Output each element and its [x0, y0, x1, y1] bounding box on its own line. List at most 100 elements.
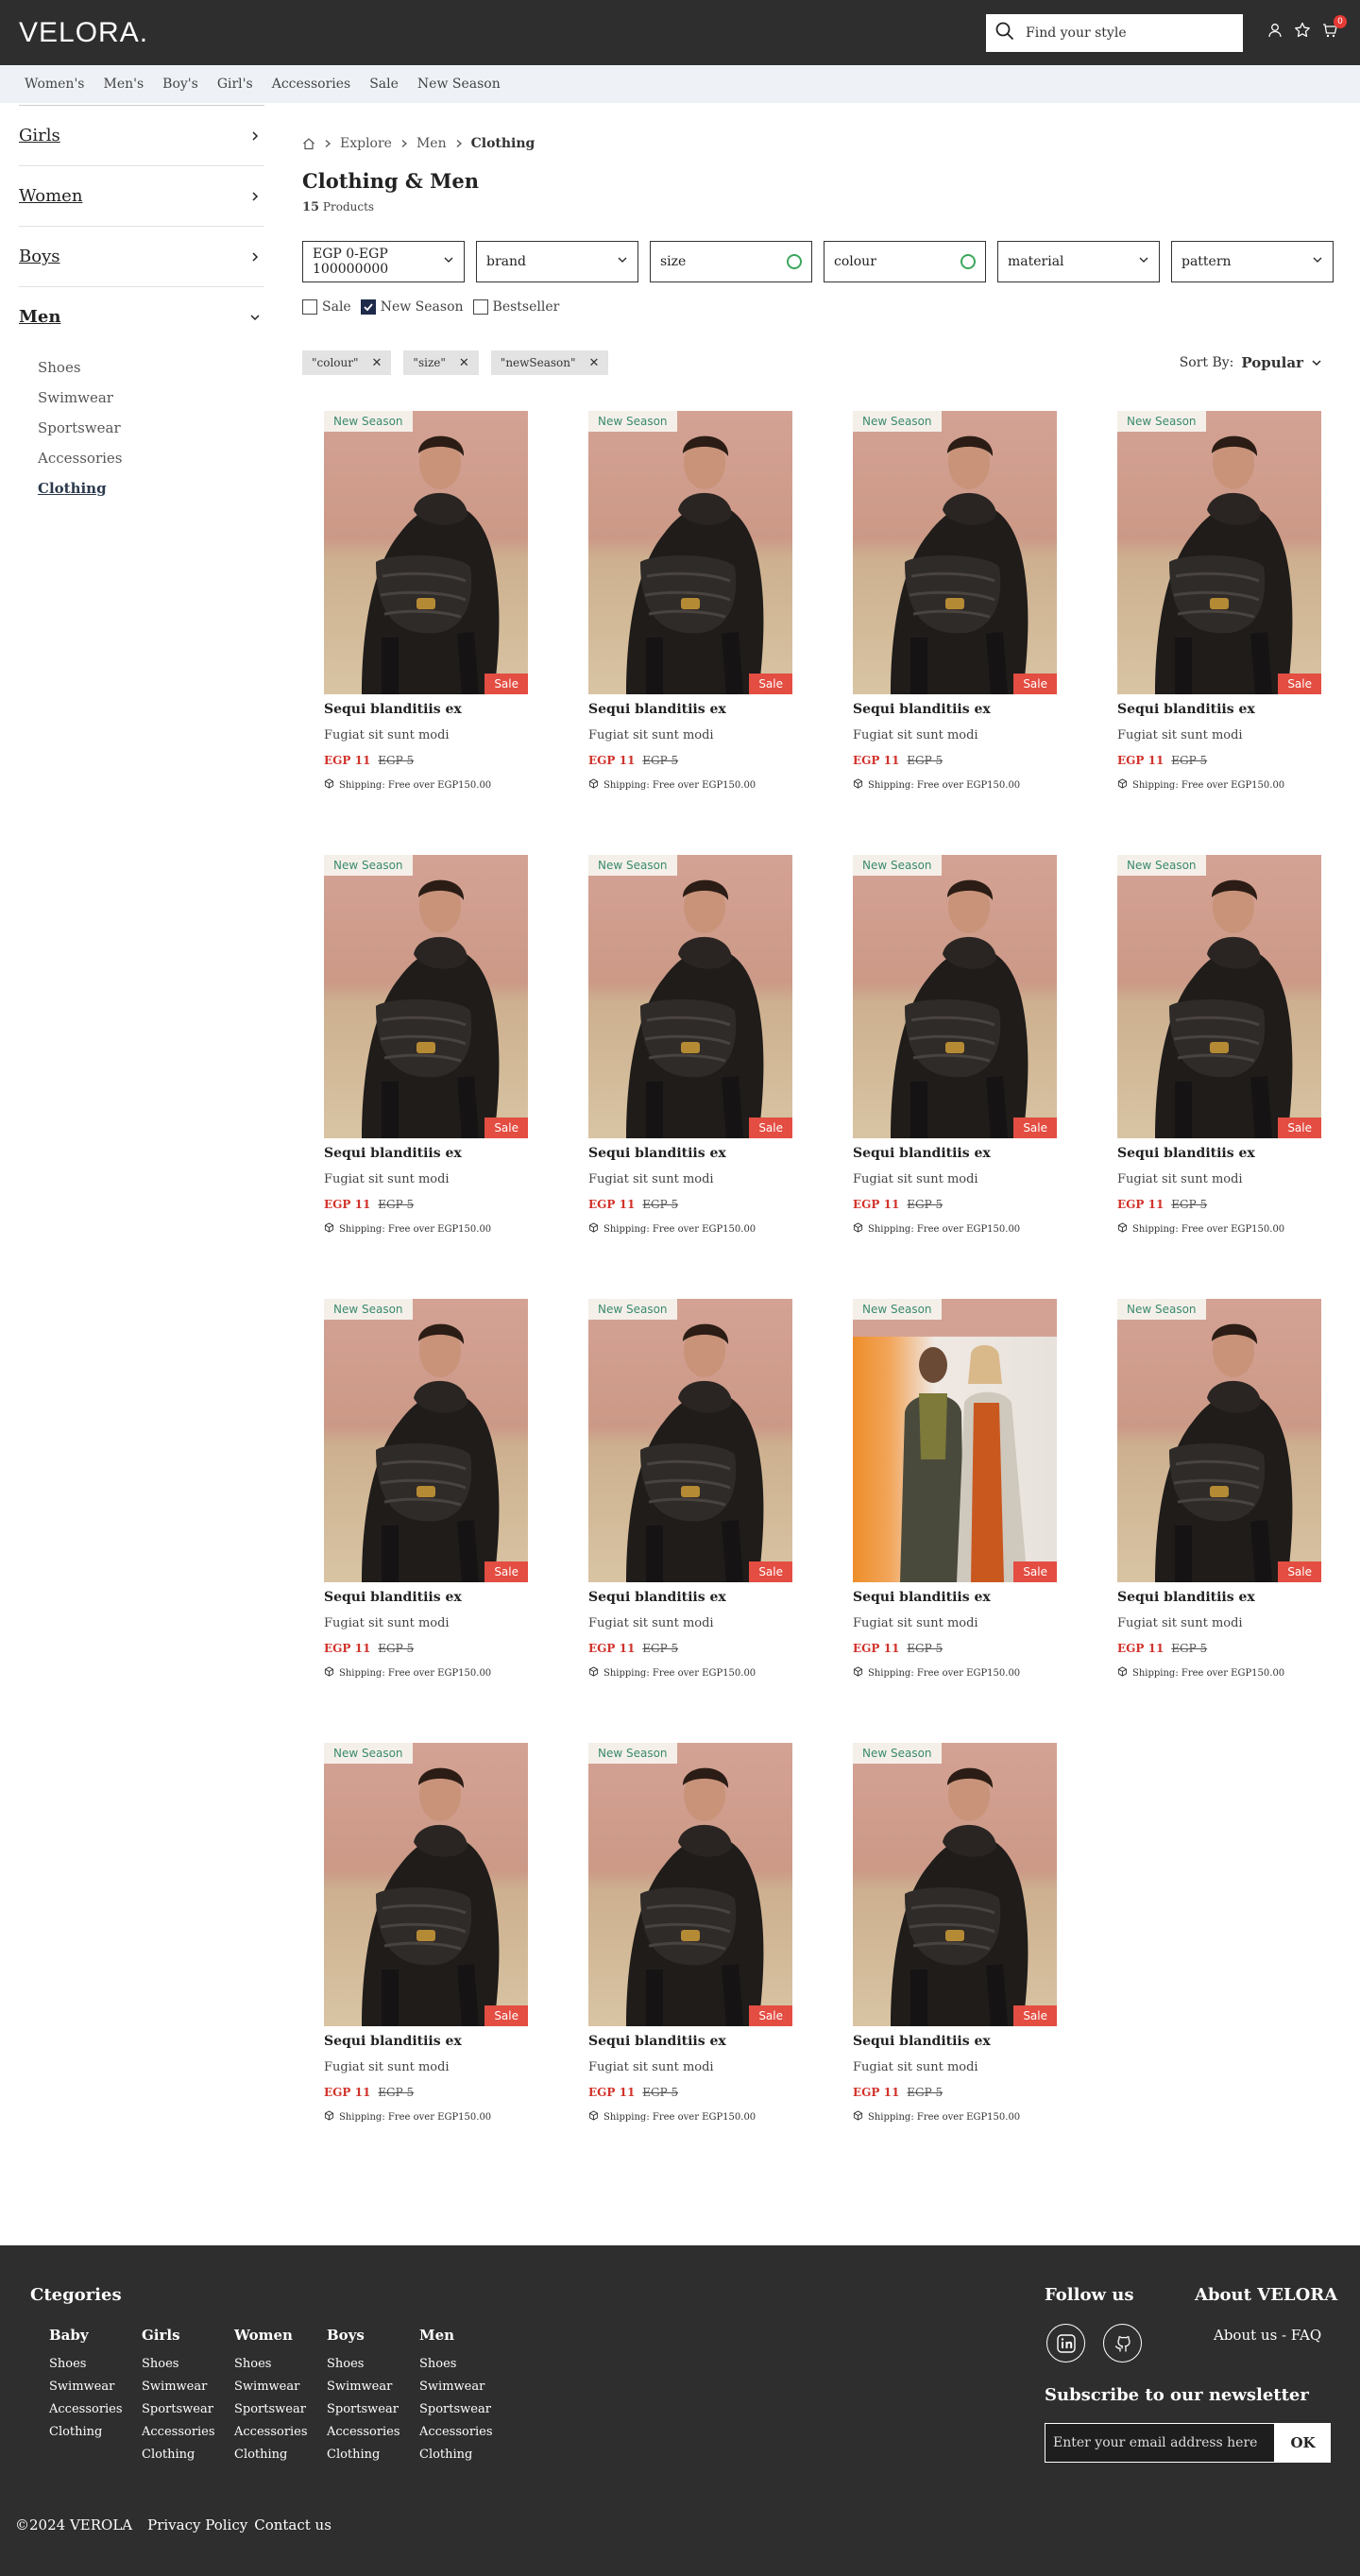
product-name[interactable]: Sequi blanditiis ex: [1117, 1146, 1321, 1161]
footer-link[interactable]: Clothing: [142, 2448, 215, 2462]
product-name[interactable]: Sequi blanditiis ex: [324, 1146, 528, 1161]
product-image[interactable]: New Season Sale: [1117, 855, 1321, 1138]
nav-item-accessories[interactable]: Accessories: [272, 77, 351, 92]
product-name[interactable]: Sequi blanditiis ex: [853, 1590, 1057, 1605]
sidebar-item-girls[interactable]: Girls: [19, 105, 264, 165]
contact-us-link[interactable]: Contact us: [254, 2516, 332, 2533]
search-input[interactable]: [1026, 26, 1224, 41]
footer-link[interactable]: Swimwear: [327, 2380, 400, 2394]
product-card[interactable]: New Season Sale Sequi blanditiis ex Fugiat …: [853, 1743, 1057, 2132]
checkbox-sale[interactable]: Sale: [302, 299, 351, 315]
footer-link[interactable]: Sportswear: [419, 2402, 493, 2416]
product-name[interactable]: Sequi blanditiis ex: [853, 702, 1057, 717]
footer-link[interactable]: Accessories: [49, 2402, 123, 2416]
nav-item-new-season[interactable]: New Season: [417, 77, 501, 92]
close-icon[interactable]: ✕: [372, 356, 382, 370]
privacy-policy-link[interactable]: Privacy Policy: [147, 2516, 247, 2533]
subcategory-shoes[interactable]: Shoes: [38, 352, 264, 383]
product-image[interactable]: New Season Sale: [588, 855, 792, 1138]
newsletter-email-input[interactable]: [1045, 2423, 1275, 2463]
filter-brand[interactable]: brand: [476, 241, 638, 282]
product-image[interactable]: New Season Sale: [324, 1743, 528, 2026]
cart-icon[interactable]: 0: [1320, 15, 1347, 40]
product-card[interactable]: New Season Sale Sequi blanditiis ex Fugiat …: [1117, 411, 1321, 800]
subcategory-accessories[interactable]: Accessories: [38, 443, 264, 473]
checkbox-box[interactable]: [302, 299, 317, 315]
footer-link[interactable]: Swimwear: [142, 2380, 215, 2394]
product-card[interactable]: New Season Sale Sequi blanditiis ex Fugiat …: [324, 855, 528, 1244]
footer-link[interactable]: Sportswear: [142, 2402, 215, 2416]
subcategory-sportswear[interactable]: Sportswear: [38, 413, 264, 443]
close-icon[interactable]: ✕: [459, 356, 469, 370]
product-card[interactable]: New Season Sale Sequi blanditiis ex Fugiat …: [324, 1299, 528, 1688]
product-name[interactable]: Sequi blanditiis ex: [588, 1146, 792, 1161]
nav-item-girls[interactable]: Girl's: [217, 77, 253, 92]
user-icon[interactable]: [1266, 21, 1284, 40]
product-card[interactable]: New Season Sale Sequi blanditiis ex Fugiat …: [588, 411, 792, 800]
nav-item-womens[interactable]: Women's: [25, 77, 84, 92]
subcategory-clothing[interactable]: Clothing: [38, 473, 264, 503]
product-image[interactable]: New Season Sale: [1117, 411, 1321, 694]
sidebar-item-men[interactable]: Men: [19, 286, 264, 347]
footer-link[interactable]: Shoes: [419, 2357, 493, 2371]
footer-link[interactable]: Clothing: [234, 2448, 308, 2462]
home-icon[interactable]: [302, 137, 315, 150]
sort-control[interactable]: Sort By: Popular: [1180, 354, 1322, 371]
sidebar-item-boys[interactable]: Boys: [19, 226, 264, 286]
subcategory-swimwear[interactable]: Swimwear: [38, 383, 264, 413]
product-card[interactable]: New Season Sale Sequi blanditiis ex Fugiat …: [588, 855, 792, 1244]
product-card[interactable]: New Season Sale Sequi blanditiis ex Fugiat …: [853, 1299, 1057, 1688]
footer-link[interactable]: Accessories: [327, 2425, 400, 2439]
about-faq-link[interactable]: About us - FAQ: [1214, 2327, 1321, 2344]
logo[interactable]: VELORA.: [19, 17, 148, 49]
product-image[interactable]: New Season Sale: [853, 1743, 1057, 2026]
product-image[interactable]: New Season Sale: [324, 1299, 528, 1582]
search-bar[interactable]: [986, 14, 1243, 52]
footer-link[interactable]: Clothing: [327, 2448, 400, 2462]
product-card[interactable]: New Season Sale Sequi blanditiis ex Fugiat …: [324, 411, 528, 800]
footer-link[interactable]: Shoes: [327, 2357, 400, 2371]
filter-size[interactable]: size: [650, 241, 812, 282]
close-icon[interactable]: ✕: [589, 356, 600, 370]
product-card[interactable]: New Season Sale Sequi blanditiis ex Fugiat …: [588, 1743, 792, 2132]
product-image[interactable]: New Season Sale: [588, 1299, 792, 1582]
product-card[interactable]: New Season Sale Sequi blanditiis ex Fugiat …: [853, 411, 1057, 800]
search-icon[interactable]: [995, 22, 1014, 44]
product-name[interactable]: Sequi blanditiis ex: [588, 1590, 792, 1605]
footer-link[interactable]: Swimwear: [234, 2380, 308, 2394]
filter-material[interactable]: material: [997, 241, 1160, 282]
product-name[interactable]: Sequi blanditiis ex: [853, 1146, 1057, 1161]
product-card[interactable]: New Season Sale Sequi blanditiis ex Fugiat …: [853, 855, 1057, 1244]
filter-colour[interactable]: colour: [824, 241, 986, 282]
github-icon[interactable]: [1103, 2324, 1142, 2363]
sidebar-item-women[interactable]: Women: [19, 165, 264, 226]
footer-link[interactable]: Swimwear: [419, 2380, 493, 2394]
product-name[interactable]: Sequi blanditiis ex: [588, 2034, 792, 2049]
footer-link[interactable]: Clothing: [419, 2448, 493, 2462]
product-image[interactable]: New Season Sale: [324, 411, 528, 694]
product-image[interactable]: New Season Sale: [853, 411, 1057, 694]
filter-egp[interactable]: EGP 0-EGP 100000000: [302, 241, 465, 282]
footer-link[interactable]: Swimwear: [49, 2380, 123, 2394]
footer-link[interactable]: Accessories: [142, 2425, 215, 2439]
filter-pattern[interactable]: pattern: [1171, 241, 1334, 282]
nav-item-sale[interactable]: Sale: [369, 77, 399, 92]
nav-item-boys[interactable]: Boy's: [162, 77, 198, 92]
product-name[interactable]: Sequi blanditiis ex: [324, 702, 528, 717]
wishlist-star-icon[interactable]: [1293, 21, 1312, 40]
product-name[interactable]: Sequi blanditiis ex: [1117, 702, 1321, 717]
product-name[interactable]: Sequi blanditiis ex: [324, 1590, 528, 1605]
footer-link[interactable]: Sportswear: [327, 2402, 400, 2416]
footer-link[interactable]: Accessories: [419, 2425, 493, 2439]
product-image[interactable]: New Season Sale: [588, 1743, 792, 2026]
footer-link[interactable]: Sportswear: [234, 2402, 308, 2416]
product-name[interactable]: Sequi blanditiis ex: [853, 2034, 1057, 2049]
checkbox-box[interactable]: [360, 299, 376, 315]
product-image[interactable]: New Season Sale: [588, 411, 792, 694]
footer-link[interactable]: Shoes: [49, 2357, 123, 2371]
product-card[interactable]: New Season Sale Sequi blanditiis ex Fugiat …: [324, 1743, 528, 2132]
product-image[interactable]: New Season Sale: [324, 855, 528, 1138]
product-card[interactable]: New Season Sale Sequi blanditiis ex Fugiat …: [1117, 1299, 1321, 1688]
linkedin-icon[interactable]: [1046, 2324, 1085, 2363]
product-card[interactable]: New Season Sale Sequi blanditiis ex Fugiat …: [1117, 855, 1321, 1244]
